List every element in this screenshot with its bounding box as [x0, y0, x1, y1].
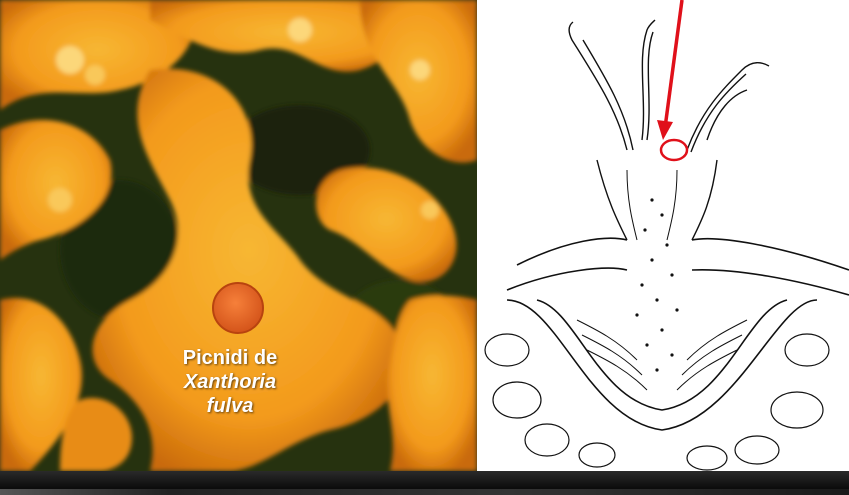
- red-circle-marker-icon: [659, 138, 689, 162]
- caption-genus: Xanthoria: [183, 371, 277, 393]
- bottom-strip: [0, 489, 849, 495]
- photo-caption: Picnidi de Xanthoria fulva: [170, 346, 290, 418]
- caption-species: fulva: [206, 395, 254, 417]
- bottom-bar: [0, 471, 849, 495]
- caption-line-1: Picnidi de: [182, 347, 278, 369]
- lichen-photo: Picnidi de Xanthoria fulva: [0, 0, 477, 471]
- red-arrow-icon: [657, 0, 689, 162]
- pycnidium-drawing: [477, 0, 849, 471]
